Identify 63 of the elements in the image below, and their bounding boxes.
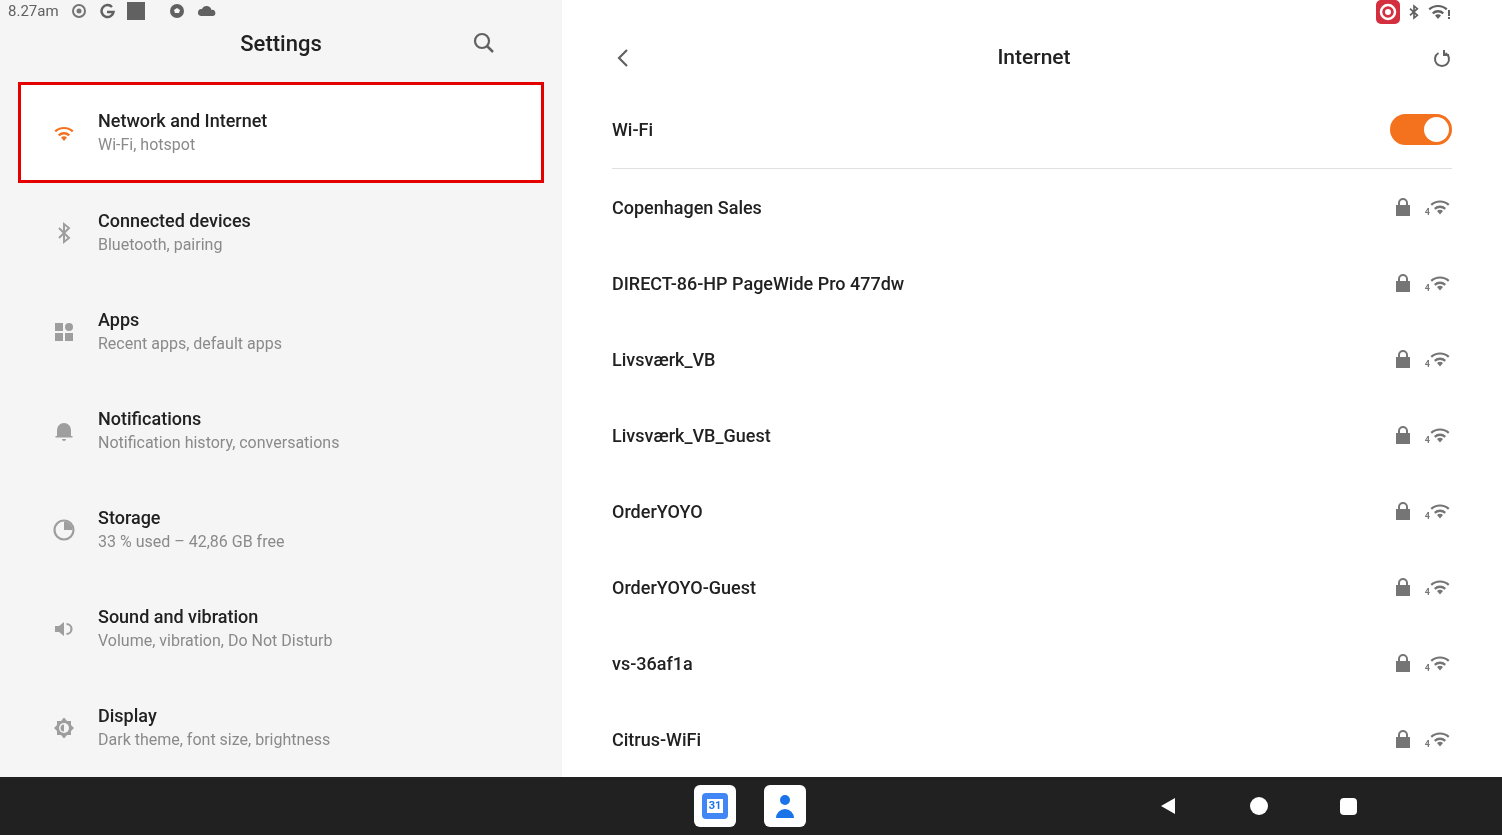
item-subtitle: Volume, vibration, Do Not Disturb (98, 629, 333, 652)
network-name: OrderYOYO (612, 499, 704, 524)
band-label: 4 (1424, 664, 1430, 673)
item-title: Connected devices (98, 208, 251, 233)
band-label: 4 (1424, 284, 1430, 293)
network-name: Livsværk_VB_Guest (612, 423, 772, 448)
refresh-icon[interactable] (1432, 47, 1452, 68)
settings-item[interactable]: Apps Recent apps, default apps (18, 282, 544, 381)
network-name: Livsværk_VB (612, 347, 717, 372)
band-label: 4 (1424, 512, 1430, 521)
wifi-label: Wi-Fi (612, 118, 655, 142)
item-title: Notifications (98, 406, 203, 431)
internet-title: Internet (996, 43, 1072, 71)
settings-item[interactable]: Display Dark theme, font size, brightness (18, 678, 544, 777)
item-subtitle: Bluetooth, pairing (98, 233, 224, 256)
band-label: 4 (1424, 588, 1430, 597)
g-logo-icon (98, 3, 115, 20)
settings-item[interactable]: Storage 33 % used – 42,86 GB free (18, 480, 544, 579)
calendar-app-icon[interactable]: 31 (694, 785, 736, 827)
band-label: 4 (1424, 740, 1430, 749)
settings-item[interactable]: Sound and vibration Volume, vibration, Do Not Disturb (18, 579, 544, 678)
wifi-toggle[interactable] (1390, 114, 1452, 145)
network-row[interactable]: Livsværk_VB 4 (612, 321, 1452, 397)
network-name: DIRECT-86-HP PageWide Pro 477dw (612, 271, 906, 296)
settings-item[interactable]: Connected devices Bluetooth, pairing (18, 183, 544, 282)
network-row[interactable]: Copenhagen Sales 4 (612, 169, 1452, 245)
recents-nav-icon[interactable] (1340, 797, 1357, 815)
network-name: vs-36af1a (612, 651, 694, 676)
item-subtitle: Recent apps, default apps (98, 332, 282, 355)
clock-time: 8.27am (8, 1, 59, 22)
network-name: Citrus-WiFi (612, 727, 703, 752)
item-title: Network and Internet (98, 108, 268, 133)
network-row[interactable]: OrderYOYO-Guest 4 (612, 549, 1452, 625)
settings-item[interactable]: Network and Internet Wi-Fi, hotspot (18, 82, 544, 183)
target-icon (70, 3, 87, 20)
network-name: OrderYOYO-Guest (612, 575, 757, 600)
item-title: Display (98, 703, 158, 728)
item-subtitle: Dark theme, font size, brightness (98, 728, 331, 751)
square-icon (126, 2, 145, 21)
network-row[interactable]: Citrus-WiFi 4 (612, 701, 1452, 777)
band-label: 4 (1424, 360, 1430, 369)
band-label: 4 (1424, 208, 1430, 217)
item-title: Sound and vibration (98, 604, 260, 629)
network-row[interactable]: OrderYOYO 4 (612, 473, 1452, 549)
network-row[interactable]: vs-36af1a 4 (612, 625, 1452, 701)
wifi-alert-icon (1428, 2, 1452, 22)
brightness-icon (52, 715, 76, 740)
calendar-day: 31 (706, 799, 724, 813)
pie-chart-icon (52, 517, 76, 542)
item-title: Apps (98, 307, 141, 332)
contacts-app-icon[interactable] (764, 785, 806, 827)
item-title: Storage (98, 505, 162, 530)
settings-item[interactable]: Notifications Notification history, conversations (18, 381, 544, 480)
band-label: 4 (1424, 436, 1430, 445)
ball-icon (168, 3, 185, 20)
settings-title: Settings (240, 29, 322, 58)
network-row[interactable]: Livsværk_VB_Guest 4 (612, 397, 1452, 473)
item-subtitle: Wi-Fi, hotspot (98, 133, 197, 156)
home-nav-icon[interactable] (1250, 797, 1268, 815)
item-subtitle: 33 % used – 42,86 GB free (98, 530, 285, 553)
item-subtitle: Notification history, conversations (98, 431, 340, 454)
network-name: Copenhagen Sales (612, 195, 763, 220)
network-row[interactable]: DIRECT-86-HP PageWide Pro 477dw 4 (612, 245, 1452, 321)
